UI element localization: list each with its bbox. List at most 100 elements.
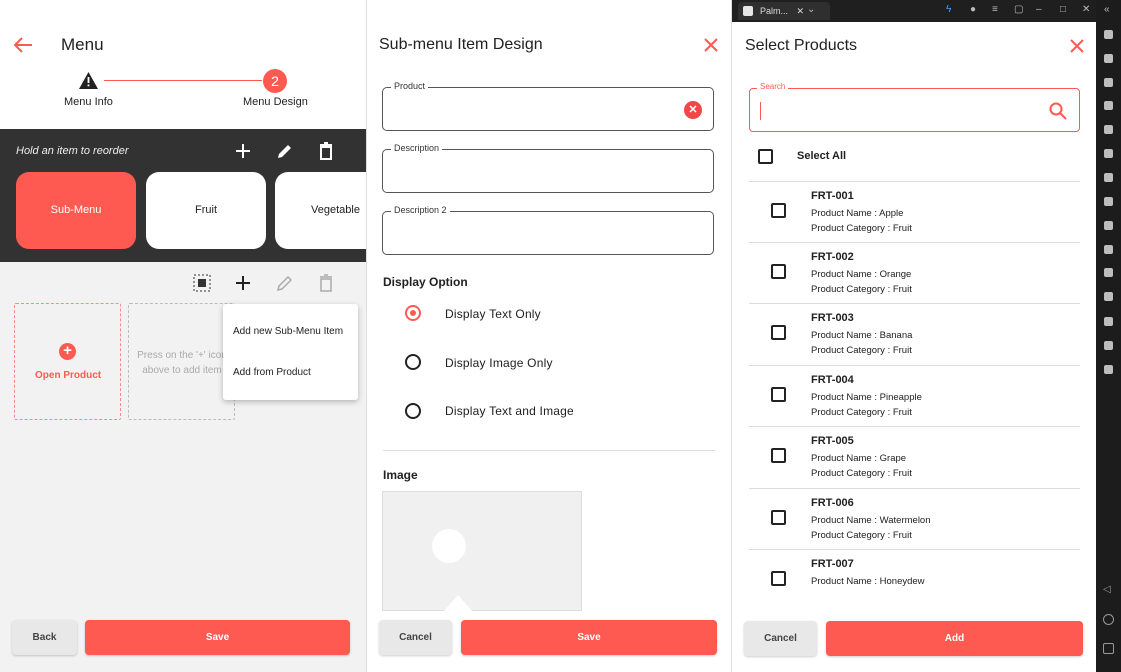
item-code: FRT-001 xyxy=(811,190,854,202)
description-field[interactable]: Description xyxy=(382,143,714,193)
collapse-sidebar-icon[interactable]: « xyxy=(1104,4,1110,15)
close-icon[interactable] xyxy=(1070,39,1084,53)
open-product-plus-icon[interactable]: + xyxy=(59,343,76,360)
list-item[interactable]: FRT-006 Product Name : Watermelon Product … xyxy=(749,488,1080,550)
phone-icon[interactable] xyxy=(1104,292,1113,301)
window-tab-label: Palm... xyxy=(760,6,789,16)
card-vegetable[interactable]: Vegetable xyxy=(275,172,366,249)
description-2-field-label: Description 2 xyxy=(391,205,450,215)
save-design-button[interactable]: Save xyxy=(461,620,717,655)
hamburger-icon[interactable]: ≡ xyxy=(992,4,998,15)
close-icon[interactable] xyxy=(704,38,718,52)
cancel-button[interactable]: Cancel xyxy=(379,620,452,655)
radio-text-only[interactable] xyxy=(405,305,421,321)
description-2-field[interactable]: Description 2 xyxy=(382,205,714,255)
record-icon[interactable] xyxy=(1104,245,1113,254)
nav-back-icon[interactable]: ◁ xyxy=(1103,584,1114,595)
add-icon[interactable] xyxy=(232,140,254,162)
window-close-icon[interactable]: ✕ xyxy=(1082,4,1090,15)
minimize-icon[interactable]: – xyxy=(1036,4,1042,15)
item-code: FRT-007 xyxy=(811,558,854,570)
list-item[interactable]: FRT-001 Product Name : Apple Product Categ… xyxy=(749,181,1080,243)
maximize-icon[interactable]: □ xyxy=(1060,4,1066,15)
tab-dropdown-icon[interactable]: ⌄ xyxy=(807,4,815,15)
folder-icon[interactable] xyxy=(1104,317,1113,326)
screenshot-icon[interactable] xyxy=(1104,125,1113,134)
map-pin-icon[interactable] xyxy=(1104,341,1113,350)
item-name: Product Name : Orange xyxy=(811,269,912,280)
settings-icon[interactable] xyxy=(1104,30,1113,39)
open-product-label[interactable]: Open Product xyxy=(35,370,101,381)
clear-icon[interactable]: ✕ xyxy=(684,101,702,119)
save-button[interactable]: Save xyxy=(85,620,350,655)
tab-close-icon[interactable]: ✕ xyxy=(797,6,805,16)
card-fruit[interactable]: Fruit xyxy=(146,172,266,249)
edit-icon[interactable] xyxy=(274,140,296,162)
menu-item-add-sub-menu[interactable]: Add new Sub-Menu Item xyxy=(233,326,343,337)
item-checkbox[interactable] xyxy=(771,448,786,463)
cancel-button[interactable]: Cancel xyxy=(744,621,817,656)
image-placeholder[interactable] xyxy=(382,491,582,612)
product-field[interactable]: Product ✕ xyxy=(382,81,714,131)
edit-item-icon[interactable] xyxy=(274,272,296,294)
keyboard-icon[interactable] xyxy=(1104,54,1113,63)
account-icon[interactable]: ● xyxy=(970,4,976,15)
item-category: Product Category : Fruit xyxy=(811,468,912,479)
delete-item-icon[interactable] xyxy=(315,272,337,294)
location-icon[interactable] xyxy=(1104,149,1113,158)
menu-item-add-from-product[interactable]: Add from Product xyxy=(233,367,311,378)
volume-down-icon[interactable] xyxy=(1104,101,1113,110)
radio-text-and-image[interactable] xyxy=(405,403,421,419)
list-item[interactable]: FRT-002 Product Name : Orange Product Cate… xyxy=(749,242,1080,304)
nav-home-icon[interactable] xyxy=(1103,614,1114,625)
item-checkbox[interactable] xyxy=(771,387,786,402)
layers-icon[interactable] xyxy=(1104,365,1113,374)
search-input[interactable]: Search xyxy=(749,82,1080,132)
open-product-tile[interactable] xyxy=(14,303,121,420)
bolt-icon[interactable]: ϟ xyxy=(946,4,951,15)
item-category: Product Category : Fruit xyxy=(811,284,912,295)
item-checkbox[interactable] xyxy=(771,203,786,218)
select-all-icon[interactable] xyxy=(191,272,213,294)
option-label-text-only[interactable]: Display Text Only xyxy=(445,307,541,321)
display-option-heading: Display Option xyxy=(383,275,468,289)
macro-icon[interactable] xyxy=(1104,268,1113,277)
item-checkbox[interactable] xyxy=(771,325,786,340)
select-all-label[interactable]: Select All xyxy=(797,150,846,162)
select-all-checkbox[interactable] xyxy=(758,149,773,164)
search-icon[interactable] xyxy=(1049,102,1067,120)
search-label: Search xyxy=(757,82,789,91)
back-button[interactable]: Back xyxy=(12,620,77,655)
scissors-icon[interactable] xyxy=(1104,221,1113,230)
option-label-text-and-image[interactable]: Display Text and Image xyxy=(445,404,574,418)
list-item[interactable]: FRT-003 Product Name : Banana Product Cate… xyxy=(749,303,1080,365)
option-label-image-only[interactable]: Display Image Only xyxy=(445,356,553,370)
item-checkbox[interactable] xyxy=(771,571,786,586)
step-label-menu-info[interactable]: Menu Info xyxy=(64,96,113,108)
robot-icon[interactable] xyxy=(1104,197,1113,206)
item-code: FRT-006 xyxy=(811,497,854,509)
apk-icon[interactable] xyxy=(1104,173,1113,182)
card-sub-menu[interactable]: Sub-Menu xyxy=(16,172,136,249)
nav-recents-icon[interactable] xyxy=(1103,643,1114,654)
volume-up-icon[interactable] xyxy=(1104,78,1113,87)
list-item[interactable]: FRT-007 Product Name : Honeydew xyxy=(749,549,1080,588)
restore-icon[interactable]: ▢ xyxy=(1014,4,1023,15)
item-name: Product Name : Grape xyxy=(811,453,907,464)
window-tab[interactable]: Palm... ✕ xyxy=(738,2,830,20)
step-label-menu-design[interactable]: Menu Design xyxy=(243,96,308,108)
image-heading: Image xyxy=(383,468,418,482)
divider xyxy=(383,450,715,451)
stepper-line xyxy=(104,80,262,81)
item-checkbox[interactable] xyxy=(771,510,786,525)
add-item-icon[interactable] xyxy=(232,272,254,294)
radio-image-only[interactable] xyxy=(405,354,421,370)
product-list: FRT-001 Product Name : Apple Product Categ… xyxy=(732,180,1096,588)
list-item[interactable]: FRT-004 Product Name : Pineapple Product C… xyxy=(749,365,1080,427)
item-category: Product Category : Fruit xyxy=(811,530,912,541)
item-checkbox[interactable] xyxy=(771,264,786,279)
back-arrow-icon[interactable] xyxy=(13,36,33,54)
add-button[interactable]: Add xyxy=(826,621,1083,656)
list-item[interactable]: FRT-005 Product Name : Grape Product Categ… xyxy=(749,426,1080,488)
delete-icon[interactable] xyxy=(315,140,337,162)
